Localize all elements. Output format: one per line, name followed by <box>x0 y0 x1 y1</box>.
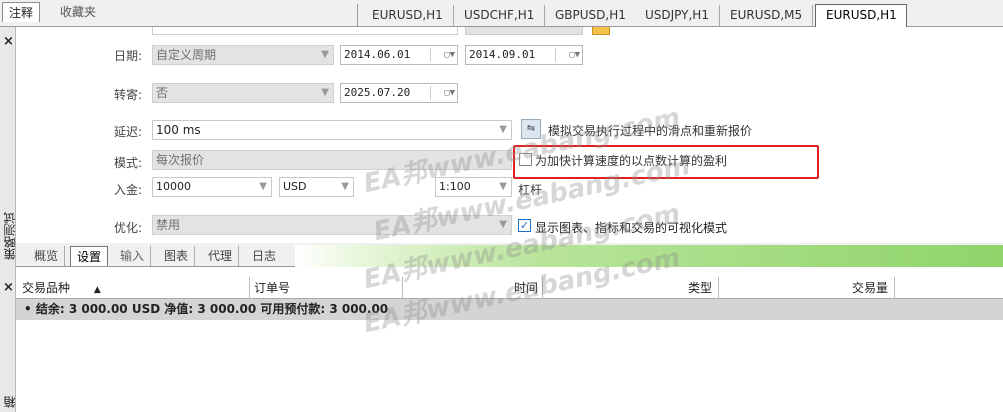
sort-asc-icon: ▲ <box>93 285 101 295</box>
forward-date-input[interactable]: 2025.07.20 ▢▼ <box>340 83 458 103</box>
column-volume[interactable]: 交易量 <box>719 277 895 299</box>
optimize-label: 优化: <box>114 221 143 235</box>
tab-inputs[interactable]: 输入 <box>114 246 152 266</box>
model-label: 模式: <box>114 156 143 170</box>
column-symbol-label: 交易品种 <box>22 281 71 295</box>
delay-value: 100 ms <box>156 123 201 137</box>
deposit-label: 入金: <box>114 183 143 197</box>
balance-summary-text: • 结余: 3 000.00 USD 净值: 3 000.00 可用预付款: 3… <box>24 302 389 316</box>
expert-field-partial <box>152 27 458 35</box>
tab-overview[interactable]: 概览 <box>28 246 66 266</box>
forward-date-value: 2025.07.20 <box>344 86 411 99</box>
optimize-value: 禁用 <box>156 218 181 232</box>
model-value: 每次报价 <box>156 153 205 167</box>
symbol-field-partial <box>465 27 583 35</box>
close-icon-lower[interactable]: × <box>3 280 14 295</box>
date-from-input[interactable]: 2014.06.01 ▢▼ <box>340 45 458 65</box>
calendar-icon[interactable]: ▢▼ <box>430 48 455 62</box>
chart-tab-usdchf-h1[interactable]: USDCHF,H1 <box>454 5 546 26</box>
chart-tab-gbpusd-h1[interactable]: GBPUSD,H1 <box>545 5 637 26</box>
date-label: 日期: <box>114 49 143 63</box>
chevron-down-icon: ▼ <box>321 87 329 98</box>
tab-journal[interactable]: 日志 <box>246 246 282 266</box>
chart-tab-eurusd-m5[interactable]: EURUSD,M5 <box>720 5 814 26</box>
forward-select[interactable]: 否 ▼ <box>152 83 334 103</box>
date-from-value: 2014.06.01 <box>344 48 411 61</box>
calendar-icon[interactable]: ▢▼ <box>555 48 580 62</box>
tab-agents[interactable]: 代理 <box>202 246 240 266</box>
currency-select[interactable]: USD ▼ <box>279 177 354 197</box>
delay-select[interactable]: 100 ms ▼ <box>152 120 512 140</box>
currency-value: USD <box>283 180 307 193</box>
column-symbol[interactable]: 交易品种 ▲ <box>22 277 250 299</box>
date-mode-value: 自定义周期 <box>156 48 217 62</box>
chart-tab-usdjpy-h1[interactable]: USDJPY,H1 <box>635 5 720 26</box>
delay-label: 延迟: <box>114 125 143 139</box>
chevron-down-icon: ▼ <box>321 49 329 60</box>
deposit-select[interactable]: 10000 ▼ <box>152 177 272 197</box>
chevron-down-icon: ▼ <box>259 181 267 192</box>
chevron-down-icon: ▼ <box>341 181 349 192</box>
tab-favorites[interactable]: 收藏夹 <box>54 2 102 22</box>
date-to-value: 2014.09.01 <box>469 48 536 61</box>
date-mode-select[interactable]: 自定义周期 ▼ <box>152 45 334 65</box>
forward-label: 转寄: <box>114 88 143 102</box>
toolbox-title: 箱 <box>3 396 17 408</box>
symbol-props-icon[interactable] <box>592 27 610 35</box>
close-icon[interactable]: × <box>3 34 14 49</box>
chart-tab-eurusd-h1[interactable]: EURUSD,H1 <box>362 5 454 26</box>
tab-settings[interactable]: 设置 <box>70 246 109 266</box>
tab-notes[interactable]: 注释 <box>2 2 41 22</box>
deposit-value: 10000 <box>156 180 191 193</box>
calendar-icon[interactable]: ▢▼ <box>430 86 455 100</box>
chart-tab-eurusd-h1-active[interactable]: EURUSD,H1 <box>815 4 907 27</box>
tab-graph[interactable]: 图表 <box>158 246 196 266</box>
forward-value: 否 <box>156 86 169 100</box>
date-to-input[interactable]: 2014.09.01 ▢▼ <box>465 45 583 65</box>
